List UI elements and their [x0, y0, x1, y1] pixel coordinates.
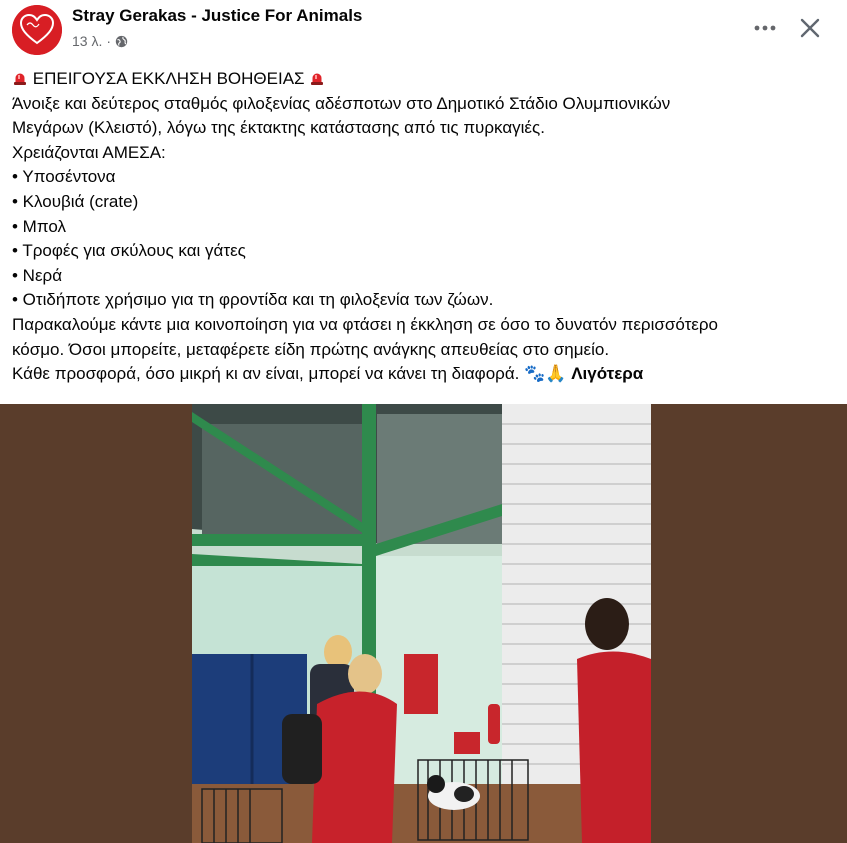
- post-media[interactable]: [0, 404, 847, 843]
- close-button[interactable]: [794, 12, 826, 44]
- text-line: Άνοιξε και δεύτερος σταθμός φιλοξενίας α…: [12, 93, 671, 113]
- meta-separator: ·: [106, 33, 112, 49]
- last-line: Κάθε προσφορά, όσο μικρή κι αν είναι, μπ…: [12, 362, 837, 387]
- list-item: • Μπολ: [12, 216, 66, 236]
- page-avatar[interactable]: [12, 5, 62, 55]
- heart-logo-icon: [12, 5, 62, 55]
- see-less-link[interactable]: Λιγότερα: [571, 364, 643, 383]
- page-name[interactable]: Stray Gerakas - Justice For Animals: [72, 6, 362, 26]
- post-meta: 13 λ. ·: [72, 33, 128, 49]
- close-icon: [800, 18, 820, 38]
- list-item: • Υποσέντονα: [12, 167, 116, 187]
- more-options-button[interactable]: [748, 14, 782, 42]
- list-item: • Κλουβιά (crate): [12, 191, 139, 211]
- post-header: Stray Gerakas - Justice For Animals 13 λ…: [0, 0, 847, 62]
- globe-icon[interactable]: [115, 35, 128, 48]
- more-options-icon: [754, 25, 776, 31]
- headline-line: ΕΠΕΙΓΟΥΣΑ ΕΚΚΛΗΣΗ ΒΟΗΘΕΙΑΣ: [12, 67, 837, 92]
- timestamp[interactable]: 13 λ.: [72, 33, 102, 49]
- list-item: • Τροφές για σκύλους και γάτες: [12, 241, 246, 261]
- text-line: Μεγάρων (Κλειστό), λόγω της έκτακτης κατ…: [12, 118, 545, 138]
- text-line: Χρειάζονται ΑΜΕΣΑ:: [12, 142, 166, 162]
- paw-pray-emoji: 🐾🙏: [524, 364, 567, 384]
- text-line: Κάθε προσφορά, όσο μικρή κι αν είναι, μπ…: [12, 364, 520, 384]
- text-line: Παρακαλούμε κάντε μια κοινοποίηση για να…: [12, 314, 718, 334]
- siren-emoji-icon: [311, 73, 324, 85]
- post-text: ΕΠΕΙΓΟΥΣΑ ΕΚΚΛΗΣΗ ΒΟΗΘΕΙΑΣ Άνοιξε και δε…: [12, 67, 837, 387]
- shelter-photo-illustration: [192, 404, 651, 843]
- list-item: • Οτιδήποτε χρήσιμο για τη φροντίδα και …: [12, 290, 494, 310]
- list-item: • Νερά: [12, 265, 63, 285]
- siren-emoji-icon: [14, 73, 26, 85]
- text-line: κόσμο. Όσοι μπορείτε, μεταφέρετε είδη πρ…: [12, 339, 610, 359]
- post-photo[interactable]: [192, 404, 651, 843]
- headline-text: ΕΠΕΙΓΟΥΣΑ ΕΚΚΛΗΣΗ ΒΟΗΘΕΙΑΣ: [32, 69, 305, 88]
